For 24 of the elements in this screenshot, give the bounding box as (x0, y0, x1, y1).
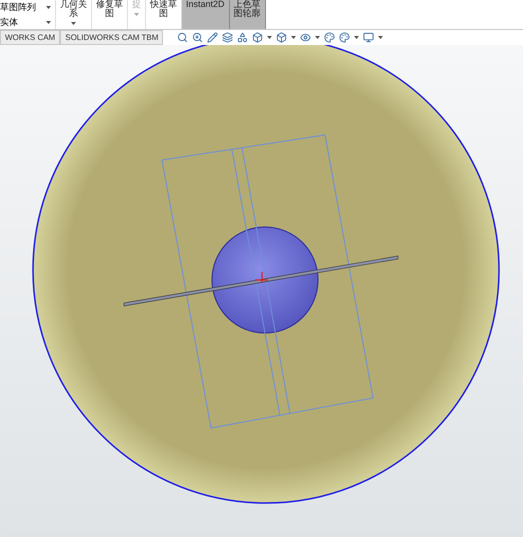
caret-icon[interactable] (46, 20, 51, 24)
caret-icon[interactable] (46, 6, 51, 8)
cube-icon[interactable] (252, 32, 264, 43)
tab[interactable]: WORKS CAM (0, 30, 60, 45)
ribbon-button[interactable]: Instant2D (182, 0, 230, 29)
ribbon-item[interactable]: 实体 (0, 16, 18, 28)
palette-icon[interactable] (339, 32, 350, 43)
cube-icon[interactable] (276, 32, 288, 43)
caret-icon[interactable] (291, 36, 296, 39)
caret-icon[interactable] (315, 36, 320, 39)
layers-icon[interactable] (222, 32, 234, 43)
caret-icon[interactable] (267, 36, 272, 39)
shapes-icon[interactable] (237, 32, 248, 43)
caret-icon[interactable] (354, 36, 360, 39)
zoom-icon[interactable] (192, 32, 204, 43)
tab[interactable]: SOLIDWORKS CAM TBM (60, 30, 164, 45)
caret-icon[interactable] (378, 36, 384, 39)
search-icon[interactable] (177, 32, 188, 43)
palette-icon[interactable] (324, 32, 336, 43)
eye-icon[interactable] (300, 32, 312, 43)
ribbon-item[interactable]: 草图阵列 (0, 1, 36, 13)
monitor-icon[interactable] (363, 32, 374, 43)
pencil-icon[interactable] (207, 32, 218, 43)
caret-icon[interactable] (71, 22, 76, 25)
